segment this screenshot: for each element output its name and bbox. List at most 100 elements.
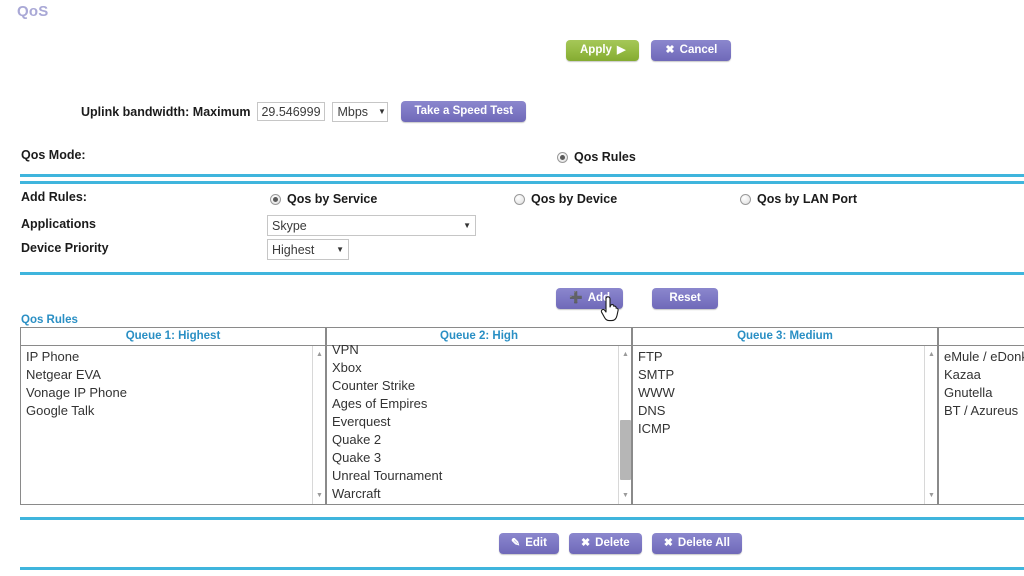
list-item[interactable]: SMTP <box>638 366 924 384</box>
top-action-bar: Apply ▶ ✖ Cancel <box>566 40 731 61</box>
queue-2-body: VPN Xbox Counter Strike Ages of Empires … <box>327 346 631 504</box>
queue-3-header: Queue 3: Medium <box>633 328 937 346</box>
divider-above-footer <box>20 517 1024 520</box>
list-item[interactable]: Unreal Tournament <box>332 467 618 485</box>
radio-icon <box>270 194 281 205</box>
radio-icon <box>514 194 525 205</box>
take-speed-test-button[interactable]: Take a Speed Test <box>401 101 526 122</box>
take-speed-test-label: Take a Speed Test <box>414 106 513 118</box>
uplink-bandwidth-row: Uplink bandwidth: Maximum Mbps ▼ Take a … <box>81 101 526 122</box>
queue-3-list[interactable]: FTP SMTP WWW DNS ICMP <box>633 346 924 504</box>
cancel-button[interactable]: ✖ Cancel <box>651 40 731 61</box>
queue-3-scrollbar[interactable]: ▲ ▼ <box>924 346 937 504</box>
add-rules-option-label: Qos by Service <box>287 192 377 206</box>
edit-label: Edit <box>525 538 547 550</box>
add-rules-label: Add Rules: <box>21 190 87 204</box>
delete-all-button[interactable]: ✖ Delete All <box>652 533 742 554</box>
radio-icon <box>557 152 568 163</box>
radio-icon <box>740 194 751 205</box>
footer-action-bar: ✎ Edit ✖ Delete ✖ Delete All <box>499 533 742 554</box>
queue-1-scrollbar[interactable]: ▲ ▼ <box>312 346 325 504</box>
list-item[interactable]: Xbox <box>332 359 618 377</box>
list-item[interactable]: Quake 3 <box>332 449 618 467</box>
list-item[interactable]: VPN <box>332 341 618 359</box>
qos-mode-radio-label: Qos Rules <box>574 150 636 164</box>
plus-icon: ➕ <box>569 293 583 304</box>
uplink-unit-select[interactable]: Mbps ▼ <box>332 102 388 122</box>
reset-label: Reset <box>669 293 700 305</box>
add-rules-radio-qos-by-device[interactable]: Qos by Device <box>514 192 617 206</box>
list-item[interactable]: Gnutella <box>944 384 1024 402</box>
list-item[interactable]: Ages of Empires <box>332 395 618 413</box>
pencil-icon: ✎ <box>511 538 520 549</box>
queue-4-body: eMule / eDonkey Kazaa Gnutella BT / Azur… <box>939 346 1024 504</box>
add-rules-radio-qos-by-lan-port[interactable]: Qos by LAN Port <box>740 192 857 206</box>
queue-1-body: IP Phone Netgear EVA Vonage IP Phone Goo… <box>21 346 325 504</box>
list-item[interactable]: Warcraft <box>332 485 618 503</box>
queue-column-3: Queue 3: Medium FTP SMTP WWW DNS ICMP ▲ … <box>632 328 938 504</box>
queue-2-scrollbar[interactable]: ▲ ▼ <box>618 346 631 504</box>
qos-mode-label: Qos Mode: <box>21 148 86 162</box>
x-icon: ✖ <box>664 538 673 549</box>
play-triangle-icon: ▶ <box>617 45 625 56</box>
add-label: Add <box>588 293 610 305</box>
queue-1-list[interactable]: IP Phone Netgear EVA Vonage IP Phone Goo… <box>21 346 312 504</box>
list-item[interactable]: BT / Azureus <box>944 402 1024 420</box>
x-icon: ✖ <box>665 45 674 56</box>
cancel-label: Cancel <box>680 45 718 57</box>
queue-column-1: Queue 1: Highest IP Phone Netgear EVA Vo… <box>20 328 326 504</box>
list-item[interactable]: FTP <box>638 348 924 366</box>
reset-button[interactable]: Reset <box>652 288 718 309</box>
apply-button[interactable]: Apply ▶ <box>566 40 639 61</box>
queue-2-list[interactable]: VPN Xbox Counter Strike Ages of Empires … <box>327 341 618 504</box>
list-item[interactable]: ICMP <box>638 420 924 438</box>
divider-under-qos-mode <box>20 181 1024 184</box>
list-item[interactable]: Netgear EVA <box>26 366 312 384</box>
device-priority-value: Highest <box>272 243 314 257</box>
scroll-down-arrow-icon[interactable]: ▼ <box>925 489 938 502</box>
list-item[interactable]: Counter Strike <box>332 377 618 395</box>
qos-mode-radio-qos-rules[interactable]: Qos Rules <box>557 150 636 164</box>
qos-rules-table: Queue 1: Highest IP Phone Netgear EVA Vo… <box>20 327 1024 505</box>
scroll-up-arrow-icon[interactable]: ▲ <box>925 348 938 361</box>
list-item[interactable]: Everquest <box>332 413 618 431</box>
queue-1-header: Queue 1: Highest <box>21 328 325 346</box>
add-rules-option-label: Qos by LAN Port <box>757 192 857 206</box>
add-button[interactable]: ➕ Add <box>556 288 623 309</box>
delete-button[interactable]: ✖ Delete <box>569 533 642 554</box>
list-item[interactable]: Kazaa <box>944 366 1024 384</box>
applications-select[interactable]: Skype ▼ <box>267 215 476 236</box>
divider-above-add <box>20 272 1024 275</box>
delete-label: Delete <box>595 538 630 550</box>
applications-value: Skype <box>272 219 307 233</box>
list-item[interactable]: DNS <box>638 402 924 420</box>
chevron-down-icon: ▼ <box>336 245 344 254</box>
list-item[interactable]: Vonage IP Phone <box>26 384 312 402</box>
scroll-thumb[interactable] <box>620 420 631 480</box>
queue-column-4: eMule / eDonkey Kazaa Gnutella BT / Azur… <box>938 328 1024 504</box>
chevron-down-icon: ▼ <box>463 221 471 230</box>
add-rules-radio-qos-by-service[interactable]: Qos by Service <box>270 192 377 206</box>
scroll-up-arrow-icon[interactable]: ▲ <box>619 348 632 361</box>
device-priority-select[interactable]: Highest ▼ <box>267 239 349 260</box>
list-item[interactable]: Quake 2 <box>332 431 618 449</box>
add-reset-bar: ➕ Add Reset <box>556 288 718 309</box>
list-item[interactable]: WWW <box>638 384 924 402</box>
edit-button[interactable]: ✎ Edit <box>499 533 559 554</box>
queue-3-body: FTP SMTP WWW DNS ICMP ▲ ▼ <box>633 346 937 504</box>
add-rules-option-label: Qos by Device <box>531 192 617 206</box>
uplink-bandwidth-label: Uplink bandwidth: Maximum <box>81 105 250 119</box>
list-item[interactable]: Google Talk <box>26 402 312 420</box>
scroll-down-arrow-icon[interactable]: ▼ <box>313 489 326 502</box>
applications-label: Applications <box>21 217 96 231</box>
list-item[interactable]: eMule / eDonkey <box>944 348 1024 366</box>
apply-label: Apply <box>580 45 612 57</box>
queue-4-header <box>939 328 1024 346</box>
list-item[interactable]: IP Phone <box>26 348 312 366</box>
uplink-bandwidth-input[interactable] <box>257 102 325 121</box>
queue-4-list[interactable]: eMule / eDonkey Kazaa Gnutella BT / Azur… <box>939 346 1024 504</box>
scroll-up-arrow-icon[interactable]: ▲ <box>313 348 326 361</box>
x-icon: ✖ <box>581 538 590 549</box>
scroll-down-arrow-icon[interactable]: ▼ <box>619 489 632 502</box>
delete-all-label: Delete All <box>678 538 730 550</box>
